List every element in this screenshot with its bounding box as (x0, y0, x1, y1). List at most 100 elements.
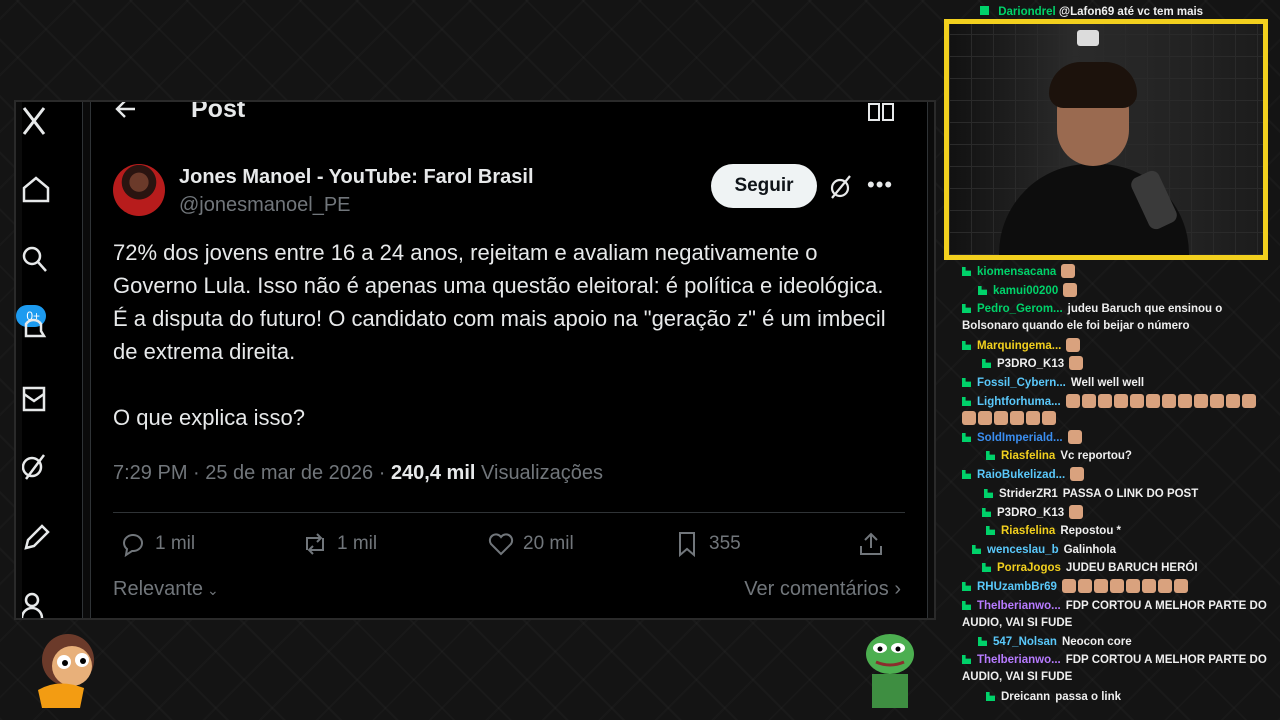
emote-icon (1145, 394, 1160, 408)
chat-username[interactable]: Dreicann (1001, 691, 1050, 703)
post-meta: 7:29 PM · 25 de mar de 2026 · 240,4 mil … (113, 462, 603, 485)
chat-username[interactable]: Riasfelina (1001, 450, 1055, 462)
chat-message: Dreicann passa o link (986, 689, 1121, 706)
author-name[interactable]: Jones Manoel - YouTube: Farol Brasil (179, 166, 534, 189)
moderator-badge-icon (982, 508, 991, 517)
avatar[interactable] (113, 164, 165, 216)
repost-icon (306, 533, 324, 555)
chat-panel: kiomensacana kamui00200 Pedro_Gerom... jude… (944, 0, 1280, 720)
moderator-badge-icon (972, 545, 981, 554)
chat-text: JUDEU BARUCH HERÓI (1065, 562, 1198, 574)
chat-message: P3DRO_K13 (982, 505, 1085, 522)
chat-username[interactable]: TheIberianwo... (977, 654, 1061, 666)
chat-username[interactable]: P3DRO_K13 (997, 358, 1064, 370)
notifications-icon[interactable] (22, 314, 52, 344)
comments-label: Ver comentários (744, 578, 889, 600)
profile-icon[interactable] (22, 590, 52, 618)
chat-username[interactable]: Marquingema... (977, 340, 1061, 352)
emote-icon (1065, 394, 1080, 408)
emote-icon (1177, 394, 1192, 408)
moderator-badge-icon (962, 470, 971, 479)
post-timestamp[interactable]: 7:29 PM · 25 de mar de 2026 · (113, 462, 391, 484)
emote-icon (1069, 356, 1084, 370)
follow-button[interactable]: Seguir (711, 164, 817, 208)
back-arrow-icon[interactable] (113, 102, 139, 122)
view-comments-link[interactable]: Ver comentários › (744, 578, 901, 601)
moderator-badge-icon (962, 267, 971, 276)
search-icon[interactable] (22, 244, 52, 274)
chat-username[interactable]: TheIberianwo... (977, 600, 1061, 612)
reply-button[interactable]: 1 mil (119, 530, 195, 558)
emote-icon (1069, 505, 1084, 519)
chat-message: P3DRO_K13 (982, 356, 1085, 373)
emote-icon (1081, 394, 1096, 408)
reply-icon (122, 534, 143, 558)
chat-message: Marquingema... (962, 338, 1082, 355)
chat-username[interactable]: Riasfelina (1001, 525, 1055, 537)
chat-username[interactable]: wenceslau_b (987, 544, 1059, 556)
moderator-badge-icon (978, 286, 987, 295)
grok-icon[interactable] (828, 174, 854, 200)
chat-message: SoldImperiald... (962, 430, 1084, 447)
moderator-badge-icon (986, 451, 995, 460)
emote-icon (1157, 579, 1172, 593)
chat-username[interactable]: kamui00200 (993, 285, 1058, 297)
moderator-badge-icon (962, 582, 971, 591)
repost-count: 1 mil (337, 533, 378, 554)
chat-message: StriderZR1 PASSA O LINK DO POST (984, 486, 1198, 503)
moderator-badge-icon (978, 637, 987, 646)
chat-username[interactable]: PorraJogos (997, 562, 1061, 574)
moderator-badge-icon (982, 359, 991, 368)
chat-username[interactable]: RaioBukelizad... (977, 469, 1065, 481)
like-count: 20 mil (523, 533, 574, 554)
emote-icon (1097, 394, 1112, 408)
like-icon (488, 533, 514, 556)
home-icon[interactable] (22, 174, 52, 204)
moderator-badge-icon (986, 692, 995, 701)
moderator-badge-icon (962, 378, 971, 387)
views-count: 240,4 mil (390, 462, 476, 484)
chat-username[interactable]: 547_Nolsan (993, 636, 1057, 648)
share-button[interactable] (857, 530, 885, 558)
chat-username[interactable]: kiomensacana (977, 266, 1056, 278)
sort-dropdown[interactable]: Relevante ⌄ (113, 578, 219, 601)
action-bar: 1 mil 1 mil 20 mil 355 (113, 530, 893, 560)
emote-icon (1209, 394, 1224, 408)
bookmark-icon (679, 532, 695, 558)
x-logo-icon[interactable] (22, 106, 52, 136)
moderator-badge-icon (986, 526, 995, 535)
chat-username[interactable]: Fossil_Cybern... (977, 377, 1066, 389)
chat-message: kiomensacana (962, 264, 1077, 281)
chat-text: passa o link (1055, 691, 1122, 703)
chat-username[interactable]: StriderZR1 (999, 488, 1058, 500)
chat-username[interactable]: Lightforhuma... (977, 396, 1061, 408)
chat-username[interactable]: SoldImperiald... (977, 432, 1063, 444)
compose-icon[interactable] (22, 522, 52, 552)
page-title: Post (191, 100, 246, 123)
bookmark-button[interactable]: 355 (673, 530, 741, 558)
moderator-badge-icon (982, 563, 991, 572)
emote-icon (1042, 411, 1056, 425)
more-options-icon[interactable]: ••• (867, 172, 893, 198)
emote-icon (1141, 579, 1156, 593)
chat-username[interactable]: P3DRO_K13 (997, 507, 1064, 519)
reader-icon[interactable] (867, 102, 895, 122)
chat-username[interactable]: Pedro_Gerom... (977, 303, 1063, 315)
like-button[interactable]: 20 mil (487, 530, 574, 558)
repost-button[interactable]: 1 mil (301, 530, 377, 558)
emote-icon (1061, 264, 1076, 278)
pepe-mascot-icon (866, 634, 914, 708)
emote-icon (1241, 394, 1256, 408)
grok-sidebar-icon[interactable] (22, 452, 52, 482)
chat-username[interactable]: RHUzambBr69 (977, 581, 1057, 593)
emote-icon (1125, 579, 1140, 593)
chat-message: 547_Nolsan Neocon core (978, 634, 1132, 651)
moderator-badge-icon (984, 489, 993, 498)
author-handle[interactable]: @jonesmanoel_PE (179, 194, 351, 217)
chevron-right-icon: › (888, 578, 901, 600)
messages-icon[interactable] (22, 384, 52, 414)
chevron-down-icon: ⌄ (203, 582, 219, 598)
chat-message: Pedro_Gerom... judeu Baruch que ensinou o… (962, 301, 1274, 335)
emote-icon (1129, 394, 1144, 408)
emote-icon (1161, 394, 1176, 408)
